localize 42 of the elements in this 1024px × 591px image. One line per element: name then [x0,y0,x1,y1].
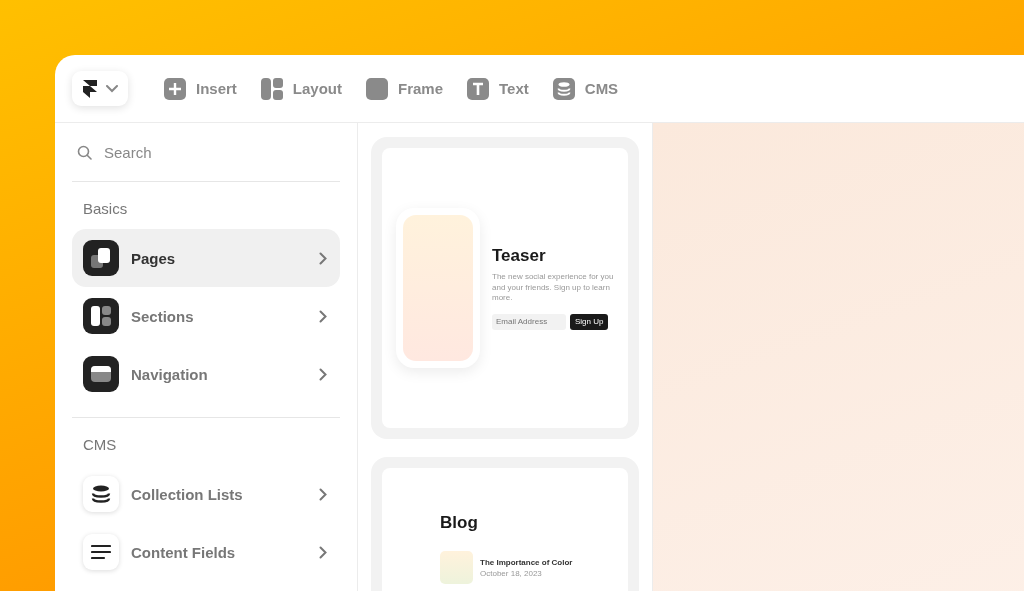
navigation-icon [83,356,119,392]
email-field[interactable]: Email Address [492,313,566,330]
sidebar-item[interactable]: Pages [72,229,340,287]
chevron-down-icon [106,84,118,93]
template-description: The new social experience for you and your friends. Sign up to learn more. [492,272,615,304]
template-title: Blog [440,513,479,533]
post-thumbnail [440,551,473,584]
section-heading: CMS [82,436,118,455]
lines-icon [83,534,119,570]
template-card[interactable]: Teaser The new social experience for you and your friends. Sign up to learn more. Email Address Sign Up [371,137,639,439]
chevron-right-icon [319,309,327,323]
section-heading: Basics [82,200,129,219]
template-title: Teaser [492,246,547,267]
toolbar-button[interactable]: CMS [552,77,619,100]
database-icon [552,77,575,100]
chevron-right-icon [319,251,327,265]
square-icon [366,77,389,100]
toolbar-button[interactable]: Layout [260,77,343,100]
sidebar-item[interactable]: Sections [72,287,340,345]
logo-menu-button[interactable] [72,71,128,106]
plus-icon [164,77,186,100]
pages-icon [83,240,119,276]
post-title: The Importance of Color [480,557,573,567]
chevron-right-icon [319,367,327,381]
database-icon [83,476,119,512]
chevron-right-icon [319,545,327,559]
logo-icon [82,79,98,98]
sections-icon [83,298,119,334]
search-icon [77,144,92,160]
sidebar-item[interactable]: Navigation [72,345,340,403]
toolbar-button[interactable]: Insert [164,77,237,100]
search-field[interactable]: Search [102,142,306,162]
sidebar-item[interactable]: Content Fields [72,523,340,581]
toolbar-button[interactable]: Text [467,77,529,100]
text-icon [467,77,490,100]
sidebar-item[interactable]: Collection Lists [72,465,340,523]
layout-icon [260,77,283,100]
sign-up-button[interactable]: Sign Up [570,313,609,330]
template-card[interactable]: Blog The Importance of Color October 18, 2023 [371,457,639,591]
toolbar-button[interactable]: Frame [366,77,444,100]
post-date: October 18, 2023 [480,568,543,578]
chevron-right-icon [319,487,327,501]
